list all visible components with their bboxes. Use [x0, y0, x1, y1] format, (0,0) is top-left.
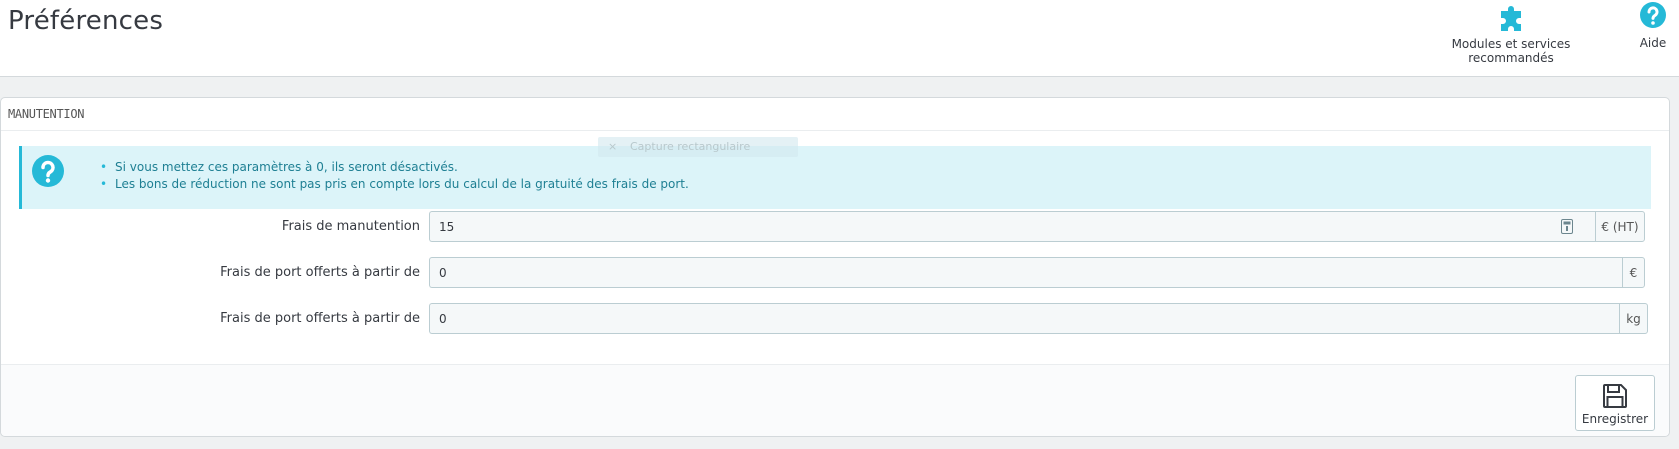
alert-item: Les bons de réduction ne sont pas pris e…	[115, 176, 689, 193]
free-shipping-price-group: 0 €	[429, 257, 1645, 288]
page-header: Préférences Modules et services recomman…	[0, 0, 1679, 77]
panel-footer: Enregistrer	[1, 364, 1669, 436]
currency-ht-addon: € (HT)	[1595, 211, 1645, 242]
weight-unit-addon: kg	[1619, 303, 1648, 334]
floppy-disk-icon	[1603, 384, 1627, 408]
handling-fee-input[interactable]: 15	[429, 211, 1595, 242]
handling-fee-value: 15	[439, 220, 455, 234]
free-shipping-weight-group: 0 kg	[429, 303, 1648, 334]
help-button[interactable]: Aide	[1638, 0, 1668, 50]
question-circle-icon	[1640, 2, 1666, 28]
page-title: Préférences	[8, 6, 164, 36]
handling-fee-row: Frais de manutention 15 € (HT)	[1, 211, 1671, 242]
free-shipping-price-label: Frais de port offerts à partir de	[220, 265, 420, 280]
panel-heading: MANUTENTION	[1, 98, 1669, 131]
recommended-modules-button[interactable]: Modules et services recommandés	[1428, 0, 1594, 65]
free-shipping-price-row: Frais de port offerts à partir de 0 €	[1, 257, 1671, 288]
alert-item: Si vous mettez ces paramètres à 0, ils s…	[115, 159, 689, 176]
close-icon: ×	[608, 140, 618, 153]
currency-addon: €	[1622, 257, 1645, 288]
save-label: Enregistrer	[1581, 412, 1649, 426]
calculator-icon[interactable]	[1561, 219, 1573, 234]
help-label: Aide	[1639, 36, 1667, 50]
page-bottom-strip	[0, 437, 1679, 449]
free-shipping-price-value: 0	[439, 266, 447, 280]
free-shipping-weight-row: Frais de port offerts à partir de 0 kg	[1, 303, 1671, 334]
free-shipping-price-input[interactable]: 0	[429, 257, 1622, 288]
screen-capture-label: Capture rectangulaire	[630, 140, 751, 153]
question-circle-icon	[32, 155, 64, 187]
handling-fee-label: Frais de manutention	[281, 219, 420, 234]
info-alert: Si vous mettez ces paramètres à 0, ils s…	[19, 146, 1651, 209]
handling-fee-group: 15 € (HT)	[429, 211, 1645, 242]
screen-capture-overlay: × Capture rectangulaire	[598, 137, 798, 157]
puzzle-icon	[1501, 6, 1521, 31]
free-shipping-weight-value: 0	[439, 312, 447, 326]
alert-list: Si vous mettez ces paramètres à 0, ils s…	[115, 159, 689, 193]
handling-panel: MANUTENTION Si vous mettez ces paramètre…	[0, 97, 1670, 437]
save-button[interactable]: Enregistrer	[1575, 375, 1655, 431]
free-shipping-weight-label: Frais de port offerts à partir de	[220, 311, 420, 326]
recommended-modules-label: Modules et services recommandés	[1451, 37, 1571, 65]
free-shipping-weight-input[interactable]: 0	[429, 303, 1619, 334]
